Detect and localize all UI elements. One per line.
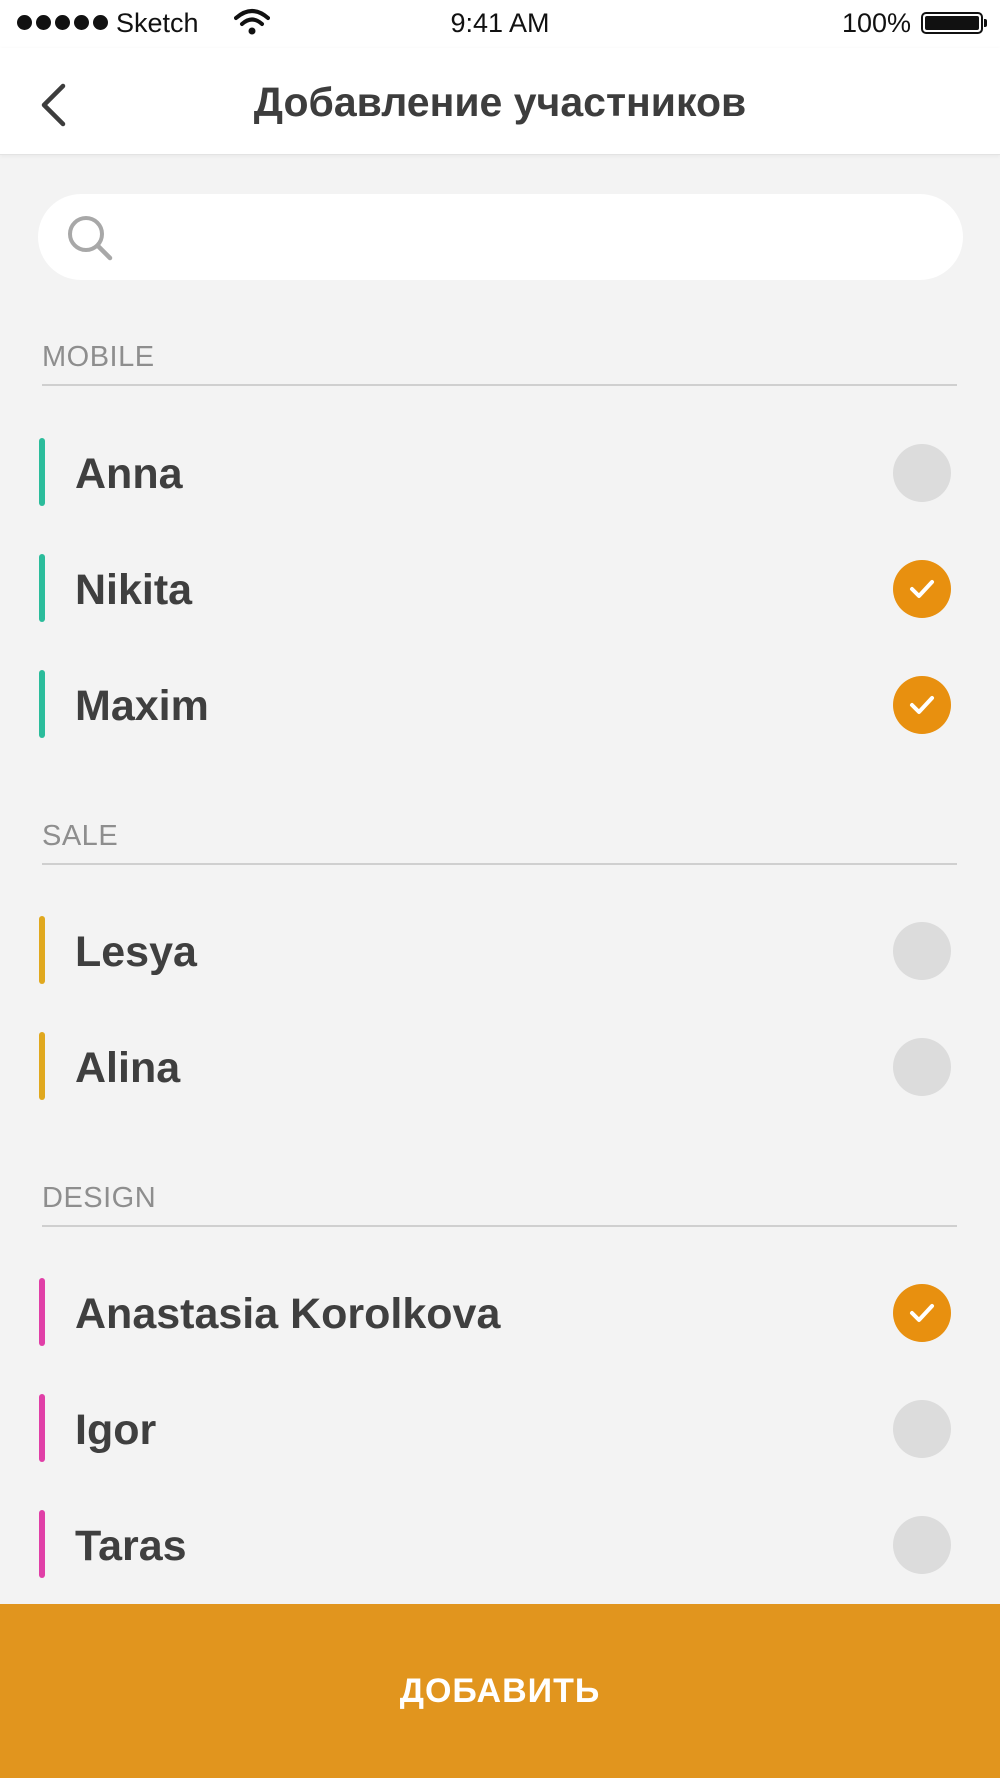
member-row-lesya[interactable]: Lesya [0, 893, 1000, 1009]
section-label: DESIGN [42, 1182, 157, 1214]
member-name: Igor [75, 1406, 157, 1454]
member-row-nikita[interactable]: Nikita [0, 531, 1000, 647]
checkmark-icon [910, 1304, 934, 1322]
checkmark-icon [910, 696, 934, 714]
select-toggle[interactable] [893, 1400, 951, 1458]
member-row-anna[interactable]: Anna [0, 415, 1000, 531]
group-color-marker [39, 1510, 45, 1578]
member-name: Nikita [75, 566, 193, 614]
section-header-design: DESIGN [42, 1177, 957, 1227]
select-toggle[interactable] [893, 922, 951, 980]
select-toggle[interactable] [893, 560, 951, 618]
status-bar: Sketch 9:41 AM 100% [0, 0, 1000, 48]
select-toggle[interactable] [893, 1516, 951, 1574]
search-bar[interactable] [38, 194, 963, 282]
member-row-anastasia-korolkova[interactable]: Anastasia Korolkova [0, 1255, 1000, 1371]
checkmark-icon [910, 580, 934, 598]
member-row-alina[interactable]: Alina [0, 1009, 1000, 1125]
group-color-marker [39, 670, 45, 738]
select-toggle[interactable] [893, 1038, 951, 1096]
member-name: Taras [75, 1522, 187, 1570]
select-toggle[interactable] [893, 444, 951, 502]
select-toggle[interactable] [893, 1284, 951, 1342]
section-header-sale: SALE [42, 815, 957, 865]
battery-icon [921, 12, 987, 34]
group-color-marker [39, 1032, 45, 1100]
member-row-taras[interactable]: Taras [0, 1487, 1000, 1603]
group-color-marker [39, 438, 45, 506]
member-name: Anna [75, 450, 183, 498]
member-name: Anastasia Korolkova [75, 1290, 501, 1338]
battery-percentage: 100% [841, 8, 911, 38]
member-name: Maxim [75, 682, 209, 730]
page-title: Добавление участников [253, 79, 747, 125]
section-label: SALE [42, 820, 119, 852]
member-name: Alina [75, 1044, 181, 1092]
member-row-maxim[interactable]: Maxim [0, 647, 1000, 763]
search-input[interactable] [128, 194, 932, 282]
member-row-igor[interactable]: Igor [0, 1371, 1000, 1487]
section-header-mobile: MOBILE [42, 336, 957, 386]
add-button[interactable]: ДОБАВИТЬ [0, 1604, 1000, 1778]
select-toggle[interactable] [893, 676, 951, 734]
group-color-marker [39, 916, 45, 984]
group-color-marker [39, 1394, 45, 1462]
group-color-marker [39, 1278, 45, 1346]
member-name: Lesya [75, 928, 197, 976]
navigation-bar: Добавление участников [0, 48, 1000, 155]
group-color-marker [39, 554, 45, 622]
search-icon [68, 216, 113, 261]
section-label: MOBILE [42, 341, 155, 373]
